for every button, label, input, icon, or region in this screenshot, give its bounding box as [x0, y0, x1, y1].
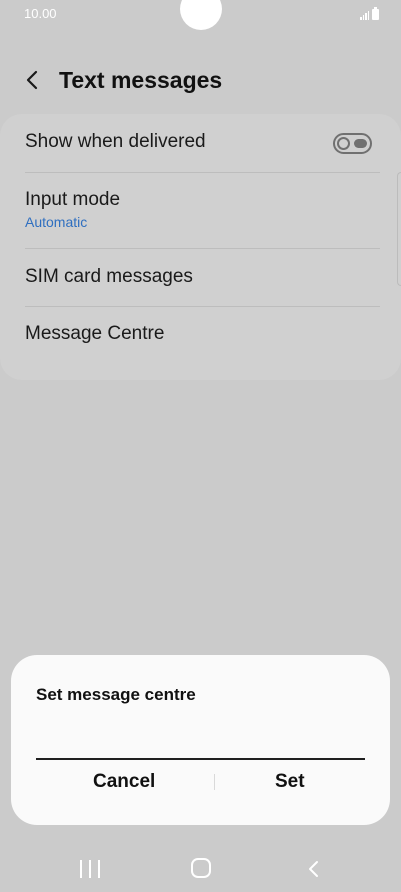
setting-value: Automatic [25, 214, 88, 230]
battery-icon [372, 7, 379, 20]
setting-label: Show when delivered [25, 131, 206, 152]
page-title: Text messages [59, 67, 223, 93]
recent-apps-icon[interactable] [80, 860, 100, 878]
back-icon[interactable] [305, 858, 323, 880]
scroll-indicator[interactable] [397, 172, 401, 286]
signal-icon [360, 10, 369, 20]
show-when-delivered-toggle[interactable] [333, 133, 372, 154]
setting-label: Message Centre [25, 323, 165, 344]
cancel-button[interactable]: Cancel [93, 767, 155, 797]
status-icons [360, 7, 379, 20]
divider [25, 172, 380, 173]
divider [25, 306, 380, 307]
setting-show-when-delivered[interactable]: Show when delivered [25, 131, 376, 153]
button-divider [214, 774, 215, 790]
status-bar: 10.00 [0, 0, 401, 30]
status-time: 10.00 [24, 6, 57, 21]
setting-label: SIM card messages [25, 266, 193, 287]
home-icon[interactable] [191, 858, 211, 878]
app-header: Text messages [0, 56, 401, 104]
set-button[interactable]: Set [275, 767, 305, 797]
message-centre-input[interactable] [36, 720, 365, 760]
dialog-title: Set message centre [36, 685, 196, 704]
chevron-left-icon[interactable] [20, 66, 46, 94]
divider [25, 248, 380, 249]
setting-message-centre[interactable]: Message Centre [25, 323, 376, 345]
setting-sim-card-messages[interactable]: SIM card messages [25, 266, 376, 288]
setting-label: Input mode [25, 189, 121, 210]
camera-notch [180, 0, 222, 30]
setting-input-mode[interactable]: Input mode Automatic [25, 189, 376, 230]
toggle-knob [337, 137, 350, 150]
navigation-bar [0, 848, 401, 892]
